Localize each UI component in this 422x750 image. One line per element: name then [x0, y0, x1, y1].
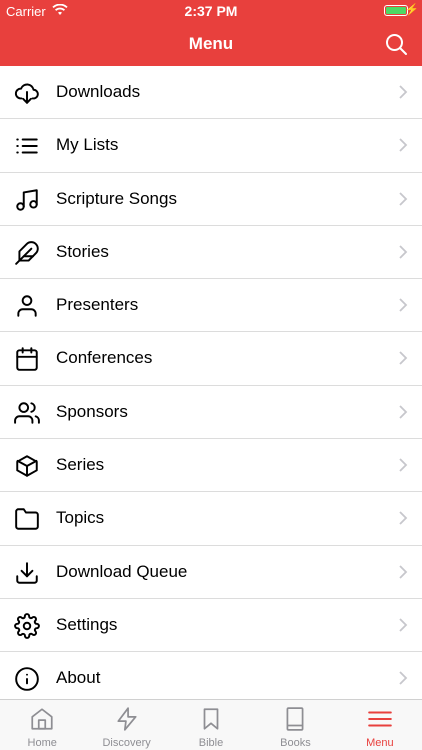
- menu-item-presenters[interactable]: Presenters: [0, 279, 422, 333]
- menu-item-label: Downloads: [56, 82, 141, 101]
- bookmark-icon: [203, 708, 219, 730]
- tab-label: Home: [27, 737, 57, 749]
- folder-icon: [15, 508, 39, 531]
- menu-item-label: My Lists: [56, 135, 119, 155]
- menu-item-label: Conferences: [56, 348, 153, 368]
- chevron-right-icon: [399, 565, 408, 579]
- chevron-right-icon: [399, 511, 408, 526]
- menu-item-label: Download Queue: [56, 561, 188, 581]
- chevron-right-icon: [399, 671, 408, 685]
- tab-home[interactable]: Home: [0, 700, 84, 750]
- menu-item-scripture-songs[interactable]: Scripture Songs: [0, 173, 422, 226]
- menu-item-label: Sponsors: [56, 401, 128, 421]
- cloud-download-icon: [14, 83, 39, 104]
- tab-label: Menu: [366, 737, 394, 749]
- download-icon: [16, 561, 38, 584]
- chevron-right-icon: [399, 618, 408, 632]
- chevron-right-icon: [399, 351, 408, 366]
- home-icon: [31, 708, 53, 730]
- feather-icon: [15, 241, 39, 265]
- calendar-icon: [16, 347, 38, 372]
- hamburger-icon: [368, 711, 392, 727]
- tab-discovery[interactable]: Discovery: [84, 700, 168, 750]
- menu-item-sponsors[interactable]: Sponsors: [0, 386, 422, 440]
- menu-item-label: Scripture Songs: [56, 188, 177, 208]
- tab-bible[interactable]: Bible: [169, 700, 253, 750]
- menu-item-label: Presenters: [56, 295, 139, 315]
- music-note-icon: [16, 188, 38, 211]
- chevron-right-icon: [399, 405, 408, 419]
- list-icon: [16, 138, 38, 154]
- status-bar: Carrier 2:37 PM ⚡: [0, 0, 422, 22]
- header: Carrier 2:37 PM ⚡ Menu: [0, 0, 422, 66]
- chevron-right-icon: [399, 138, 408, 152]
- person-icon: [17, 295, 37, 317]
- menu-item-series[interactable]: Series: [0, 439, 422, 493]
- menu-item-topics[interactable]: Topics: [0, 492, 422, 546]
- menu-item-stories[interactable]: Stories: [0, 226, 422, 280]
- menu-item-label: Stories: [56, 241, 109, 261]
- lightning-icon: [117, 707, 137, 731]
- menu-item-label: About: [56, 668, 101, 688]
- chevron-right-icon: [399, 85, 408, 99]
- gear-icon: [14, 613, 40, 639]
- page-title: Menu: [188, 34, 234, 53]
- menu-item-about[interactable]: About: [0, 652, 422, 699]
- charging-icon: ⚡: [405, 4, 419, 16]
- chevron-right-icon: [399, 191, 408, 206]
- menu-item-settings[interactable]: Settings: [0, 599, 422, 653]
- menu-item-conferences[interactable]: Conferences: [0, 332, 422, 386]
- tab-bar: Home Discovery Bible Books Menu: [0, 699, 422, 750]
- book-icon: [286, 707, 304, 731]
- chevron-right-icon: [399, 298, 408, 312]
- tab-label: Discovery: [102, 737, 151, 749]
- chevron-right-icon: [399, 245, 408, 259]
- tab-menu[interactable]: Menu: [338, 700, 422, 750]
- tab-label: Books: [280, 737, 311, 749]
- navigation-bar: Menu: [0, 22, 422, 66]
- menu-item-label: Settings: [56, 614, 118, 634]
- people-icon: [14, 402, 40, 424]
- tab-books[interactable]: Books: [253, 700, 337, 750]
- info-icon: [15, 667, 39, 692]
- menu-item-download-queue[interactable]: Download Queue: [0, 546, 422, 599]
- menu-list: Downloads My Lists Scripture Songs Stori…: [0, 66, 422, 699]
- menu-item-label: Topics: [56, 508, 105, 528]
- chevron-right-icon: [399, 458, 408, 472]
- status-time: 2:37 PM: [184, 3, 238, 19]
- tab-label: Bible: [198, 737, 224, 749]
- box-icon: [16, 455, 38, 477]
- menu-item-downloads[interactable]: Downloads: [0, 66, 422, 120]
- search-icon[interactable]: [384, 32, 408, 56]
- menu-item-label: Series: [56, 455, 105, 475]
- menu-item-my-lists[interactable]: My Lists: [0, 119, 422, 173]
